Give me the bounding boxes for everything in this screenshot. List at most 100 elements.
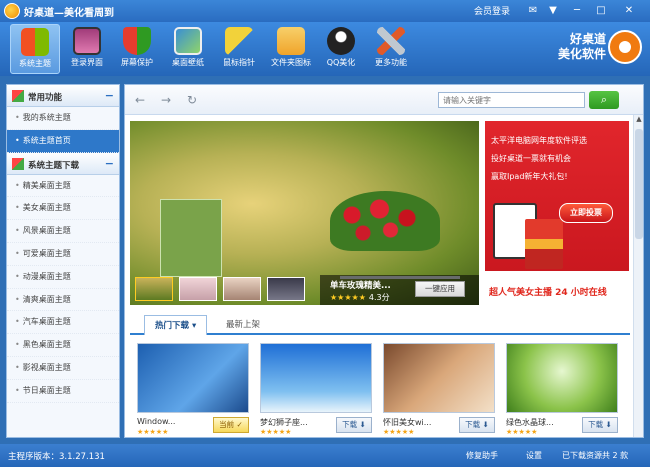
tool-system-theme[interactable]: 系统主题 bbox=[10, 24, 60, 74]
tool-label: 屏幕保护 bbox=[121, 58, 153, 67]
banner-thumb[interactable] bbox=[135, 277, 173, 301]
maximize-button[interactable]: □ bbox=[592, 3, 610, 18]
download-button[interactable]: 下载 ⬇ bbox=[459, 417, 495, 433]
sidebar-item-category[interactable]: 可爱桌面主题 bbox=[7, 243, 119, 266]
ad-line: 赢取Ipad新年大礼包! bbox=[491, 172, 568, 181]
tool-label: 登录界面 bbox=[71, 58, 103, 67]
tool-cursor[interactable]: 鼠标指针 bbox=[214, 24, 264, 74]
forward-arrow-icon[interactable]: → bbox=[159, 93, 173, 107]
download-button[interactable]: 下载 ⬇ bbox=[582, 417, 618, 433]
collapse-icon[interactable]: − bbox=[105, 157, 114, 170]
tab-hot-downloads[interactable]: 热门下载 ▾ bbox=[144, 315, 208, 335]
sidebar-item-category[interactable]: 美女桌面主题 bbox=[7, 197, 119, 221]
theme-thumbnail[interactable] bbox=[506, 343, 618, 413]
tools-icon bbox=[377, 27, 405, 55]
ad-bottom-link[interactable]: 超人气美女主播 24 小时在线 bbox=[489, 285, 607, 298]
wallpaper-icon bbox=[174, 27, 202, 55]
main-toolbar: 系统主题 登录界面 屏幕保护 桌面壁纸 鼠标指针 文件夹图标 QQ美化 更多功能… bbox=[0, 22, 650, 76]
theme-thumbnail[interactable] bbox=[383, 343, 495, 413]
theme-thumbnail[interactable] bbox=[260, 343, 372, 413]
monitor-icon bbox=[73, 27, 101, 55]
flower-logo-icon bbox=[608, 30, 642, 64]
version-text: 主程序版本：3.1.27.131 bbox=[8, 452, 105, 462]
tool-login-screen[interactable]: 登录界面 bbox=[62, 24, 112, 74]
search-button[interactable]: ⌕ bbox=[589, 91, 619, 109]
tool-more-functions[interactable]: 更多功能 bbox=[366, 24, 416, 74]
theme-card[interactable]: 梦幻狮子座... ★★★★★ 下载 ⬇ bbox=[260, 343, 374, 439]
section-title: 系统主题下载 bbox=[28, 160, 80, 171]
section-theme-download[interactable]: 系统主题下载 − bbox=[7, 152, 119, 175]
banner-bike-image bbox=[340, 239, 460, 279]
banner-thumb[interactable] bbox=[267, 277, 305, 301]
theme-thumbnail[interactable] bbox=[137, 343, 249, 413]
back-arrow-icon[interactable]: ← bbox=[133, 93, 147, 107]
mail-icon[interactable]: ✉ bbox=[524, 3, 542, 18]
sidebar-item-category[interactable]: 风景桌面主题 bbox=[7, 220, 119, 243]
sidebar-item-category[interactable]: 精美桌面主题 bbox=[7, 175, 119, 198]
menu-dropdown-icon[interactable]: ▼ bbox=[544, 3, 562, 18]
section-common-functions[interactable]: 常用功能 − bbox=[7, 85, 119, 107]
close-button[interactable]: ✕ bbox=[620, 3, 638, 18]
theme-name: 绿色水晶球... bbox=[506, 418, 554, 427]
gift-box-image bbox=[525, 219, 563, 269]
member-login-link[interactable]: 会员登录 bbox=[474, 4, 510, 17]
download-button[interactable]: 下载 ⬇ bbox=[336, 417, 372, 433]
theme-name: 怀旧美女wi... bbox=[383, 418, 432, 427]
settings-link[interactable]: 设置 bbox=[526, 450, 542, 461]
banner-thumb[interactable] bbox=[179, 277, 217, 301]
vote-now-button[interactable]: 立即投票 bbox=[559, 203, 613, 223]
scroll-up-icon[interactable]: ▲ bbox=[634, 115, 644, 125]
nav-bar: ← → ↻ ⌕ bbox=[125, 85, 643, 115]
sidebar-item-category[interactable]: 动漫桌面主题 bbox=[7, 266, 119, 289]
current-theme-button[interactable]: 当前 ✓ bbox=[213, 417, 249, 433]
search-input[interactable] bbox=[438, 92, 585, 108]
tool-label: 鼠标指针 bbox=[223, 58, 255, 67]
theme-stars: ★★★★★ bbox=[260, 428, 292, 436]
theme-card[interactable]: Window... ★★★★★ 当前 ✓ bbox=[137, 343, 251, 439]
content-tabs: 热门下载 ▾ 最新上架 bbox=[130, 313, 630, 335]
brand-name: 好桌道 bbox=[569, 32, 606, 46]
theme-card[interactable]: 怀旧美女wi... ★★★★★ 下载 ⬇ bbox=[383, 343, 497, 439]
star-icons: ★★★★★ bbox=[330, 293, 366, 302]
theme-card[interactable]: 绿色水晶球... ★★★★★ 下载 ⬇ bbox=[506, 343, 620, 439]
promo-ad[interactable]: 太平洋电脑网年度软件评选 投好桌道一票就有机会 赢取Ipad新年大礼包! 立即投… bbox=[485, 121, 629, 305]
sidebar-item-theme-home[interactable]: 系统主题首页 bbox=[7, 129, 119, 153]
banner-window-preview bbox=[160, 199, 222, 277]
banner-caption-bar: 单车玫瑰精美... ★★★★★ 4.3分 一键应用 bbox=[320, 275, 479, 305]
brand-logo-text: 好桌道 美化软件 bbox=[552, 32, 606, 62]
refresh-icon[interactable]: ↻ bbox=[185, 93, 199, 107]
sidebar-item-category[interactable]: 清爽桌面主题 bbox=[7, 289, 119, 312]
shield-icon bbox=[123, 27, 151, 55]
tool-wallpaper[interactable]: 桌面壁纸 bbox=[163, 24, 213, 74]
sidebar-item-category[interactable]: 节日桌面主题 bbox=[7, 380, 119, 403]
ad-line: 投好桌道一票就有机会 bbox=[491, 154, 571, 163]
tool-qq-beautify[interactable]: QQ美化 bbox=[316, 24, 366, 74]
section-title: 常用功能 bbox=[28, 93, 63, 103]
folder-icon bbox=[277, 27, 305, 55]
app-logo-icon bbox=[4, 3, 20, 19]
sidebar-item-category[interactable]: 汽车桌面主题 bbox=[7, 311, 119, 335]
section-icon bbox=[12, 157, 24, 170]
tool-folder-icon[interactable]: 文件夹图标 bbox=[266, 24, 316, 74]
minimize-button[interactable]: ─ bbox=[568, 3, 586, 18]
tab-new-arrivals[interactable]: 最新上架 bbox=[216, 315, 270, 335]
theme-stars: ★★★★★ bbox=[137, 428, 169, 436]
sidebar-item-my-themes[interactable]: 我的系统主题 bbox=[7, 107, 119, 130]
sidebar-item-category[interactable]: 影视桌面主题 bbox=[7, 357, 119, 380]
banner-rating-stars: ★★★★★ 4.3分 bbox=[330, 292, 390, 303]
repair-assistant-link[interactable]: 修复助手 bbox=[466, 450, 498, 461]
main-scrollbar[interactable]: ▲ bbox=[633, 115, 643, 437]
scroll-thumb[interactable] bbox=[635, 129, 643, 239]
downloaded-resources-link[interactable]: 已下载资源共 2 款 bbox=[562, 450, 628, 461]
one-click-apply-button[interactable]: 一键应用 bbox=[415, 281, 465, 297]
collapse-icon[interactable]: − bbox=[105, 89, 114, 102]
sidebar: 常用功能 − 我的系统主题 系统主题首页 系统主题下载 − 精美桌面主题 美女桌… bbox=[6, 84, 120, 438]
banner-rating: 4.3分 bbox=[368, 293, 390, 302]
windows-logo-icon bbox=[21, 28, 49, 56]
sidebar-item-category[interactable]: 黑色桌面主题 bbox=[7, 334, 119, 357]
theme-stars: ★★★★★ bbox=[383, 428, 415, 436]
tool-screensaver[interactable]: 屏幕保护 bbox=[112, 24, 162, 74]
featured-banner[interactable]: 单车玫瑰精美... ★★★★★ 4.3分 一键应用 bbox=[130, 121, 479, 305]
banner-thumb[interactable] bbox=[223, 277, 261, 301]
theme-stars: ★★★★★ bbox=[506, 428, 538, 436]
